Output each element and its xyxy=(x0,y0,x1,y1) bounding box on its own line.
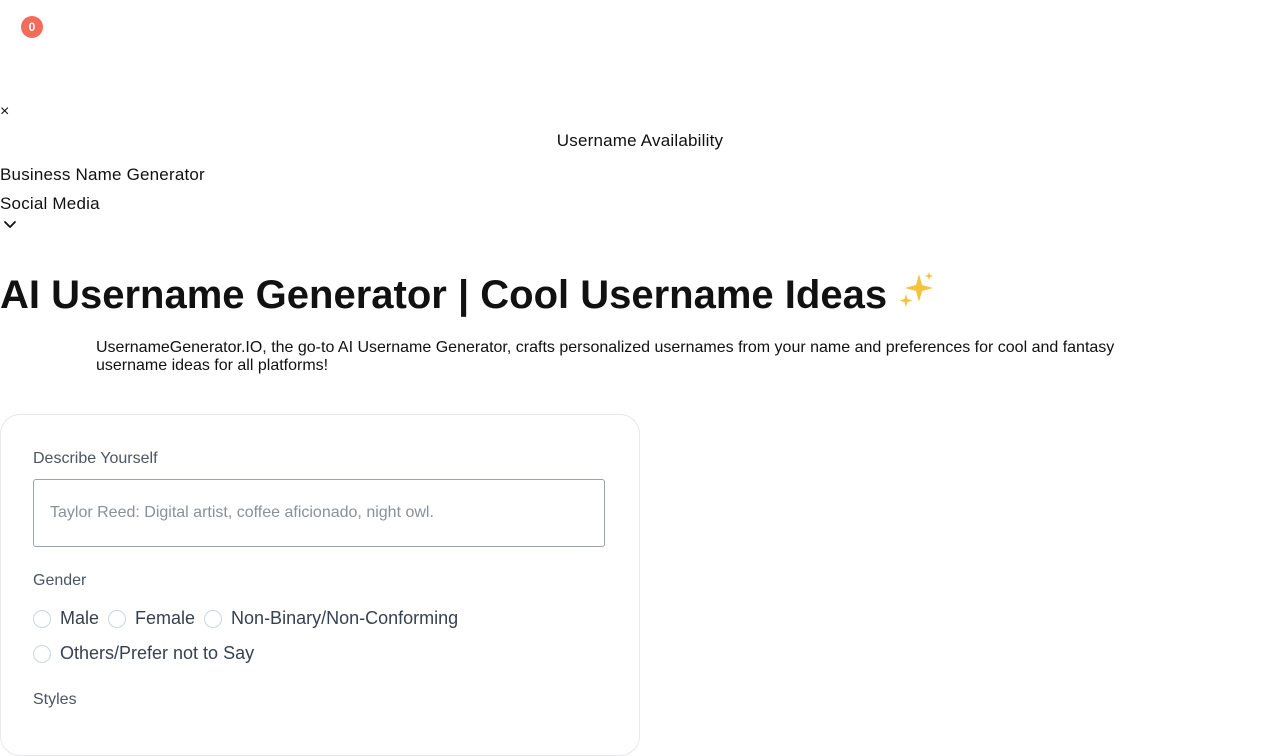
page-title: AI Username Generator | Cool Username Id… xyxy=(0,270,937,320)
gender-label: Gender xyxy=(33,572,87,589)
gender-options-row: Male Female Non-Binary/Non-Conforming xyxy=(33,608,467,629)
radio-button[interactable] xyxy=(33,644,51,663)
notification-badge[interactable]: 0 xyxy=(21,16,43,38)
gender-option-female[interactable]: Female xyxy=(108,608,195,629)
gender-option-label: Others/Prefer not to Say xyxy=(60,643,255,663)
gender-options-row: Others/Prefer not to Say xyxy=(33,643,263,664)
nav-item-username-availability[interactable]: Username Availability xyxy=(0,131,1280,151)
radio-button[interactable] xyxy=(204,609,223,628)
chevron-down-icon[interactable] xyxy=(3,220,17,230)
gender-option-label: Male xyxy=(60,608,100,628)
intro-text: UsernameGenerator.IO, the go-to AI Usern… xyxy=(96,339,1115,374)
gender-option-non-binary[interactable]: Non-Binary/Non-Conforming xyxy=(204,608,458,629)
describe-yourself-label: Describe Yourself xyxy=(33,450,158,467)
styles-label: Styles xyxy=(33,691,77,708)
close-icon[interactable]: × xyxy=(0,102,9,122)
sparkles-icon xyxy=(899,272,934,307)
gender-option-label: Female xyxy=(135,608,196,628)
gender-option-male[interactable]: Male xyxy=(33,608,99,629)
describe-yourself-input[interactable] xyxy=(33,479,605,547)
gender-option-others[interactable]: Others/Prefer not to Say xyxy=(33,643,254,664)
radio-button[interactable] xyxy=(33,609,51,628)
nav-item-social-media[interactable]: Social Media xyxy=(0,194,100,214)
page-title-text: AI Username Generator | Cool Username Id… xyxy=(0,273,888,317)
radio-button[interactable] xyxy=(108,609,127,628)
nav-item-business-name-generator[interactable]: Business Name Generator xyxy=(0,165,205,185)
gender-option-label: Non-Binary/Non-Conforming xyxy=(231,608,459,628)
